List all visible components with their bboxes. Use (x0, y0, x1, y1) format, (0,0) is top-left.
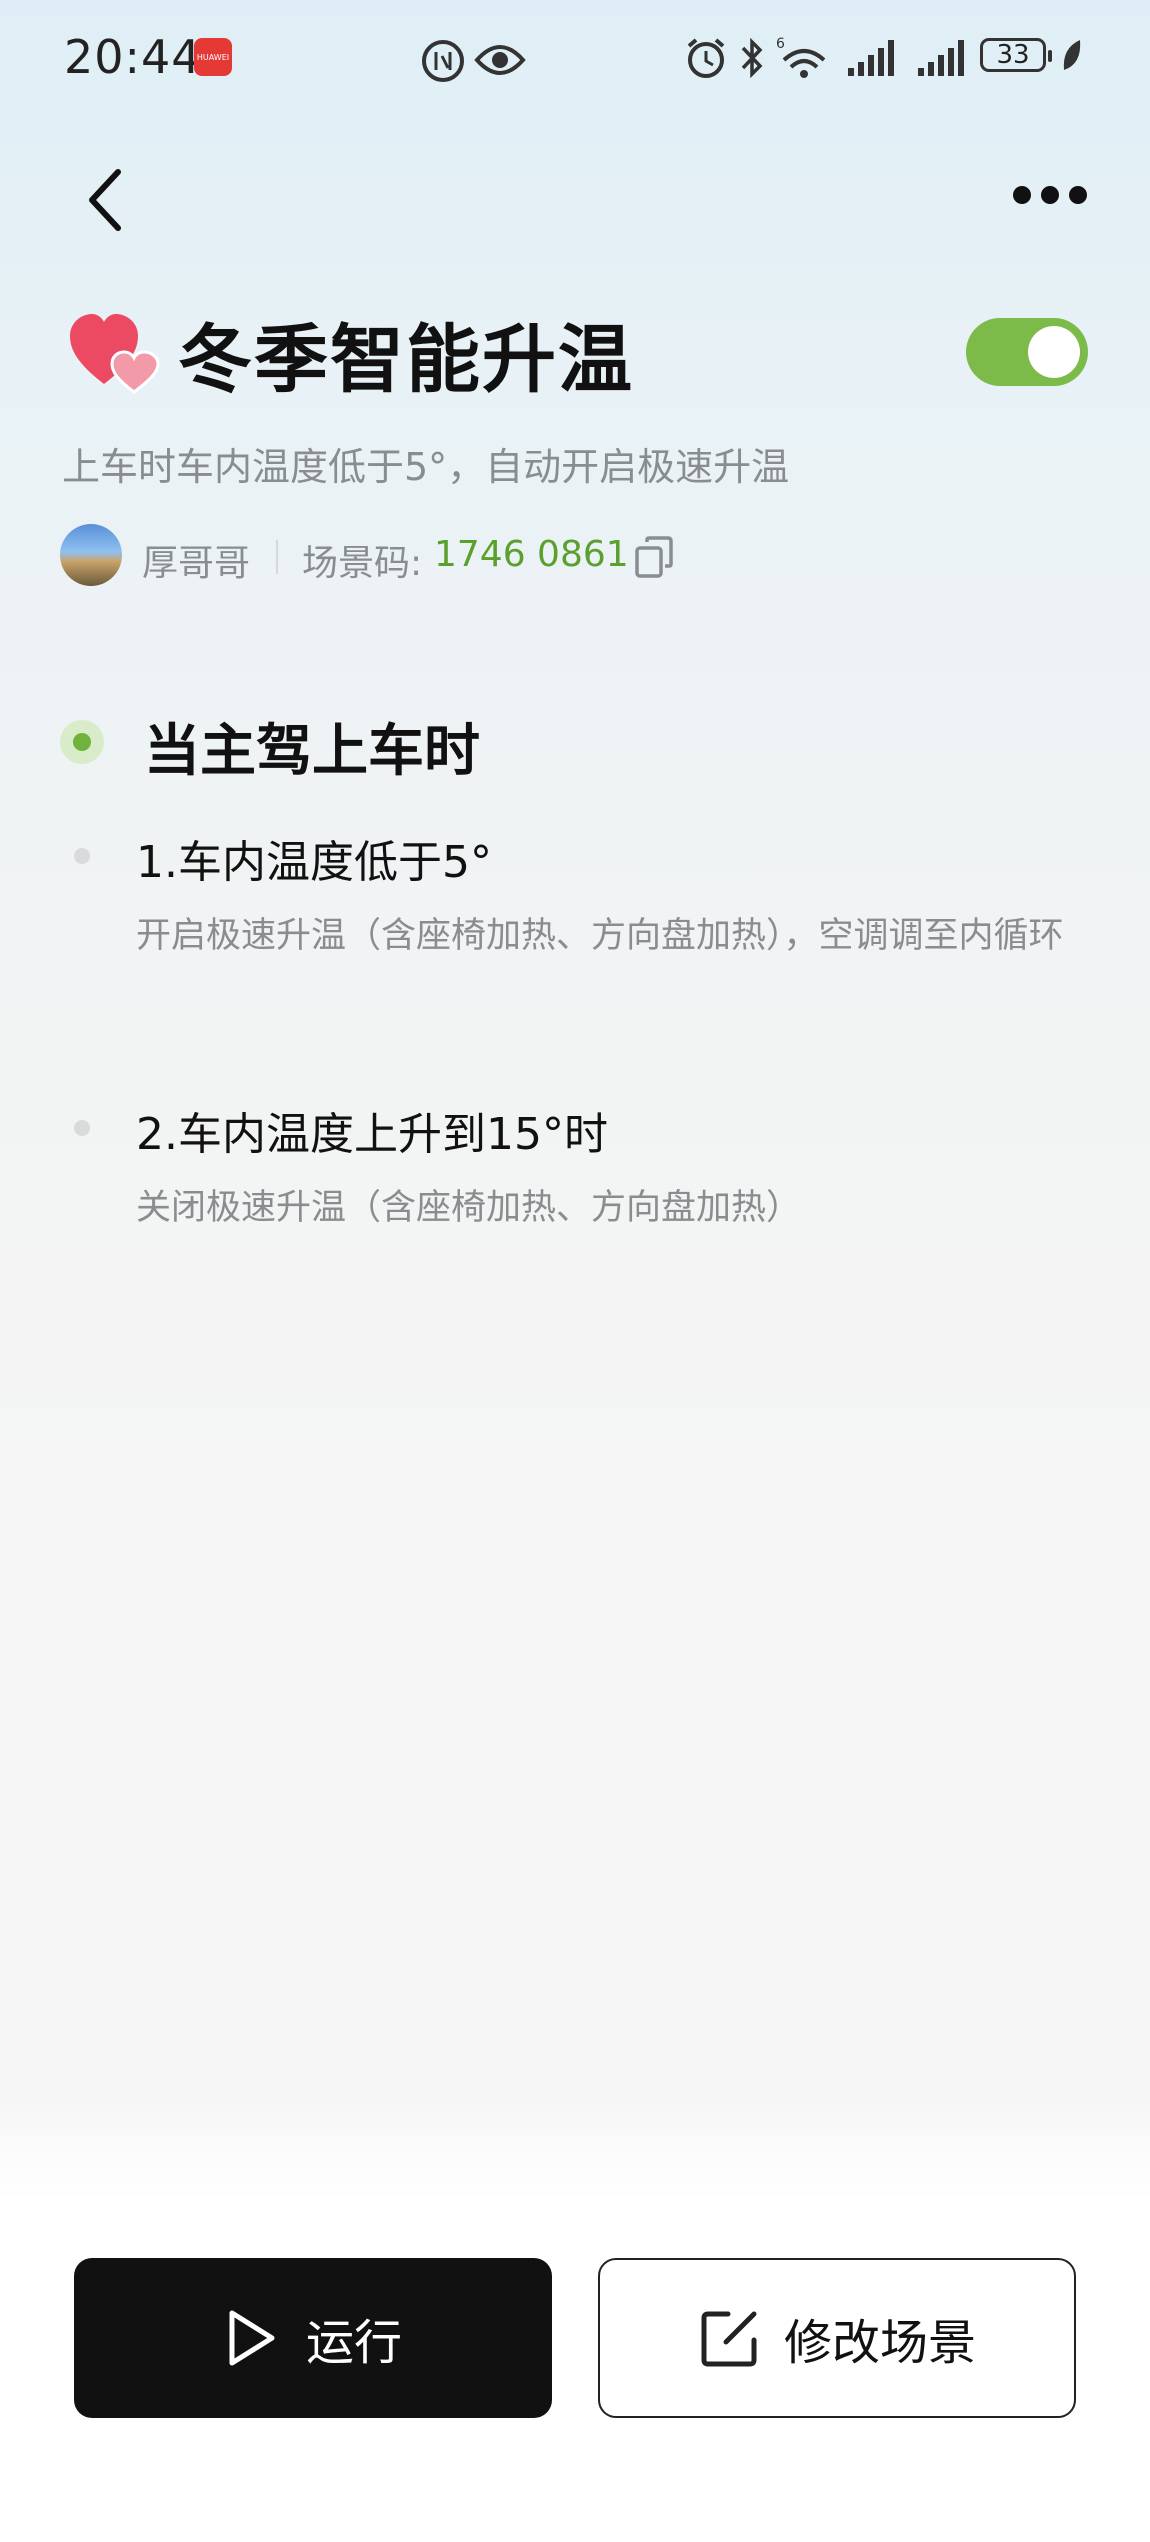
signal-icon-1 (848, 40, 894, 76)
signal-icon-2 (918, 40, 964, 76)
author-name[interactable]: 厚哥哥 (142, 534, 250, 586)
edit-scene-button-label: 修改场景 (783, 2315, 976, 2371)
edit-scene-button[interactable]: 修改场景 (598, 2258, 1076, 2418)
back-button[interactable] (78, 160, 138, 240)
wifi-icon: 6 (776, 36, 826, 78)
step-bullet (74, 1120, 90, 1136)
step-title: 1.车内温度低于5° (136, 837, 492, 888)
scene-title: 冬季智能升温 (178, 317, 634, 403)
author-avatar[interactable] (60, 524, 122, 586)
leaf-icon (1063, 40, 1081, 70)
app-notification-icon: HUAWEI (194, 38, 232, 76)
step-bullet (74, 848, 90, 864)
scene-code-value: 1746 0861 (434, 534, 629, 575)
scene-enable-toggle[interactable] (966, 318, 1088, 386)
scene-description: 上车时车内温度低于5°，自动开启极速升温 (62, 445, 790, 489)
eye-comfort-icon (474, 45, 526, 75)
meta-divider (276, 540, 278, 574)
trigger-indicator (60, 720, 104, 764)
play-icon (229, 2310, 275, 2366)
heart-icon (70, 314, 160, 394)
step-description: 开启极速升温（含座椅加热、方向盘加热），空调调至内循环 (136, 916, 1064, 956)
run-button[interactable]: 运行 (74, 2258, 552, 2418)
trigger-label: 当主驾上车时 (144, 719, 480, 784)
more-options-button[interactable] (1010, 175, 1110, 215)
step-description: 关闭极速升温（含座椅加热、方向盘加热） (136, 1188, 802, 1228)
copy-icon[interactable] (634, 536, 674, 580)
step-title: 2.车内温度上升到15°时 (136, 1109, 608, 1160)
bluetooth-icon (741, 37, 763, 79)
battery-icon: 33 (980, 38, 1052, 72)
alarm-icon (687, 38, 725, 78)
run-button-label: 运行 (305, 2315, 402, 2371)
scene-code-label: 场景码: (302, 543, 423, 584)
status-time: 20:44 (64, 30, 202, 84)
edit-icon (701, 2311, 757, 2367)
svg-text:6: 6 (776, 36, 785, 52)
nfc-icon (422, 40, 464, 82)
toggle-knob (1028, 326, 1080, 378)
